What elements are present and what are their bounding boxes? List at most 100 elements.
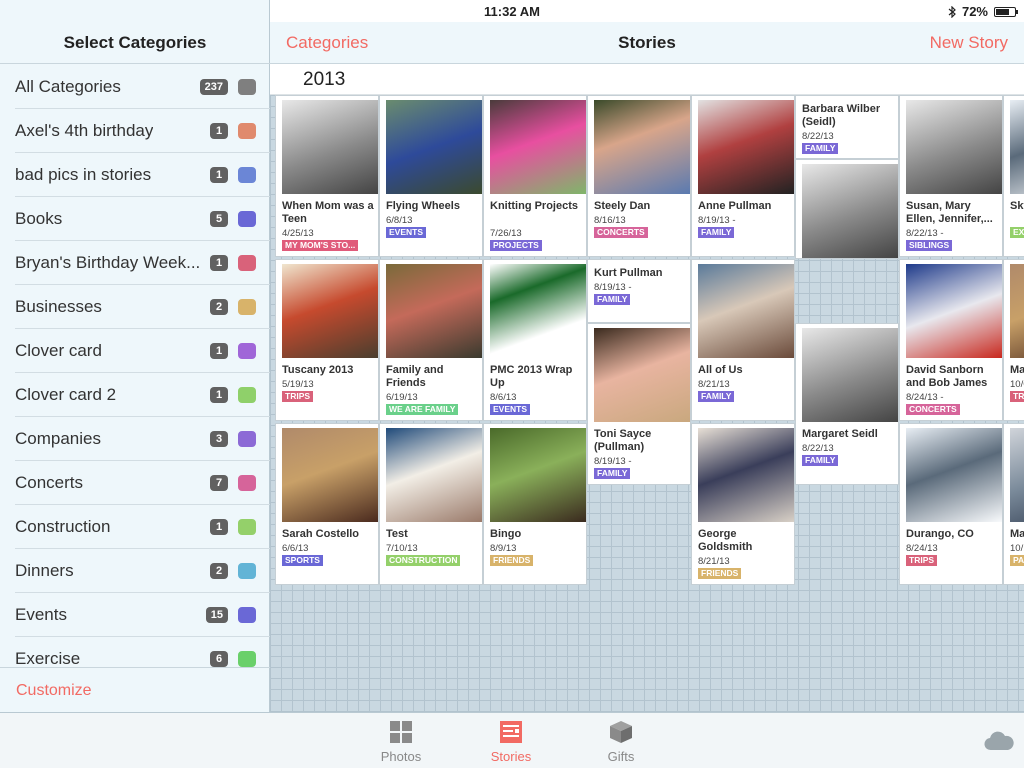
story-card[interactable]: Tuscany 2013 5/19/13 TRIPS [275, 259, 379, 421]
story-title: Margaret Seidl [802, 428, 878, 440]
story-photo [386, 264, 482, 358]
category-color-swatch [238, 123, 256, 139]
story-date: 8/16/13 [594, 215, 626, 226]
story-card[interactable]: Flying Wheels 6/8/13 EVENTS [379, 95, 483, 257]
story-photo [1010, 100, 1024, 194]
story-title: Toni Sayce (Pullman) [594, 428, 652, 453]
story-card[interactable]: Sarah Costello 6/6/13 SPORTS [275, 423, 379, 585]
story-photo [490, 100, 586, 194]
stories-grid[interactable]: When Mom was a Teen 4/25/13 MY MOM'S STO..… [270, 95, 1024, 712]
tab-photos[interactable]: Photos [356, 719, 446, 764]
story-title: Steely Dan [594, 200, 651, 212]
story-card[interactable]: Susan, Mary Ellen, Jennifer,... 8/22/13 -… [899, 95, 1003, 257]
story-card[interactable]: Toni Sayce (Pullman) 8/19/13 - FAMILY [587, 323, 691, 485]
story-date: 8/9/13 [490, 543, 517, 554]
category-color-swatch [238, 79, 256, 95]
bluetooth-icon [948, 5, 956, 18]
cloud-icon[interactable] [984, 731, 1014, 751]
story-card[interactable]: All of Us 8/21/13 FAMILY [691, 259, 795, 421]
category-label: Bryan's Birthday Week... [15, 253, 201, 272]
story-card[interactable]: Anne Pullman 8/19/13 - FAMILY [691, 95, 795, 257]
category-count-badge: 1 [210, 343, 228, 359]
story-card[interactable]: Family and Friends 6/19/13 WE ARE FAMILY [379, 259, 483, 421]
category-item[interactable]: Companies 3 [0, 417, 270, 461]
category-item[interactable]: Books 5 [0, 197, 270, 241]
stories-icon [500, 721, 522, 743]
story-card[interactable]: Knitting Projects 7/26/13 PROJECTS [483, 95, 587, 257]
story-title: Flying Wheels [386, 200, 460, 212]
story-category-tag: PROJECTS [490, 240, 542, 251]
story-date: 8/24/13 [906, 543, 938, 554]
category-label: Concerts [15, 473, 84, 492]
category-color-swatch [238, 519, 256, 535]
category-item[interactable]: Exercise 6 [0, 637, 270, 667]
story-photo [906, 100, 1002, 194]
story-card[interactable]: Maz 10/1PAR [1003, 423, 1024, 585]
story-category-tag: PAR [1010, 555, 1024, 566]
category-item[interactable]: All Categories 237 [0, 65, 270, 109]
story-card[interactable]: Mad Tex 10/6TR [1003, 259, 1024, 421]
story-card[interactable]: Nana - Barbara Wilger (Seidl)8/22/13FAMI… [795, 159, 899, 259]
story-card[interactable]: Test 7/10/13 CONSTRUCTION [379, 423, 483, 585]
category-color-swatch [238, 343, 256, 359]
battery-level [996, 8, 1009, 15]
story-photo [906, 428, 1002, 522]
category-item[interactable]: Bryan's Birthday Week... 1 [0, 241, 270, 285]
story-photo [490, 264, 586, 358]
category-item[interactable]: Events 15 [0, 593, 270, 637]
category-label: Events [15, 605, 67, 624]
story-title: David Sanborn and Bob James [906, 364, 988, 389]
story-card[interactable]: Durango, CO 8/24/13 TRIPS [899, 423, 1003, 585]
new-story-button[interactable]: New Story [930, 22, 1008, 64]
tab-gifts[interactable]: Gifts [576, 719, 666, 764]
category-item[interactable]: bad pics in stories 1 [0, 153, 270, 197]
story-card[interactable]: Margaret Seidl 8/22/13 FAMILY [795, 323, 899, 485]
story-card[interactable]: PMC 2013 Wrap Up 8/6/13 EVENTS [483, 259, 587, 421]
category-item[interactable]: Axel's 4th birthday 1 [0, 109, 270, 153]
category-color-swatch [238, 255, 256, 271]
story-date: 8/21/13 [698, 556, 730, 567]
story-date: 8/19/13 - [594, 456, 632, 467]
story-category-tag: FAMILY [802, 455, 839, 466]
story-date: 8/19/13 - [698, 215, 736, 226]
story-card[interactable]: Barbara Wilber (Seidl) 8/22/13 FAMILY [795, 95, 899, 159]
category-item[interactable]: Clover card 2 1 [0, 373, 270, 417]
category-item[interactable]: Businesses 2 [0, 285, 270, 329]
category-item[interactable]: Concerts 7 [0, 461, 270, 505]
story-card[interactable]: David Sanborn and Bob James 8/24/13 - CONC… [899, 259, 1003, 421]
story-category-tag: WE ARE FAMILY [386, 404, 459, 415]
category-item[interactable]: Clover card 1 [0, 329, 270, 373]
category-label: Dinners [15, 561, 74, 580]
category-color-swatch [238, 651, 256, 667]
category-color-swatch [238, 563, 256, 579]
story-card[interactable]: George Goldsmith 8/21/13 FRIENDS [691, 423, 795, 585]
story-photo [698, 428, 794, 522]
battery-percent: 72% [961, 4, 988, 19]
category-count-badge: 15 [205, 607, 228, 623]
story-category-tag: SIBLINGS [906, 240, 953, 251]
story-card[interactable]: Kurt Pullman 8/19/13 - FAMILY [587, 259, 691, 323]
category-count-badge: 5 [210, 211, 228, 227]
story-photo [594, 328, 690, 422]
story-photo [282, 264, 378, 358]
story-category-tag: CONCERTS [906, 404, 960, 415]
customize-button[interactable]: Customize [0, 667, 270, 712]
category-item[interactable]: Dinners 2 [0, 549, 270, 593]
story-card[interactable]: Steely Dan 8/16/13 CONCERTS [587, 95, 691, 257]
category-label: Companies [15, 429, 101, 448]
status-right: 72% [948, 4, 1018, 19]
story-photo [698, 100, 794, 194]
year-label: 2013 [303, 69, 346, 90]
story-category-tag: FRIENDS [490, 555, 534, 566]
story-card[interactable]: When Mom was a Teen 4/25/13 MY MOM'S STO..… [275, 95, 379, 257]
story-card[interactable]: Sky EX [1003, 95, 1024, 257]
category-count-badge: 3 [210, 431, 228, 447]
tab-stories[interactable]: Stories [466, 719, 556, 764]
category-count-badge: 1 [210, 255, 228, 271]
category-item[interactable]: Construction 1 [0, 505, 270, 549]
category-label: Exercise [15, 649, 81, 667]
story-photo [594, 100, 690, 194]
category-list[interactable]: All Categories 237 Axel's 4th birthday 1 bad… [0, 65, 270, 667]
story-card[interactable]: Bingo 8/9/13 FRIENDS [483, 423, 587, 585]
story-date: 10/6 [1010, 379, 1024, 390]
